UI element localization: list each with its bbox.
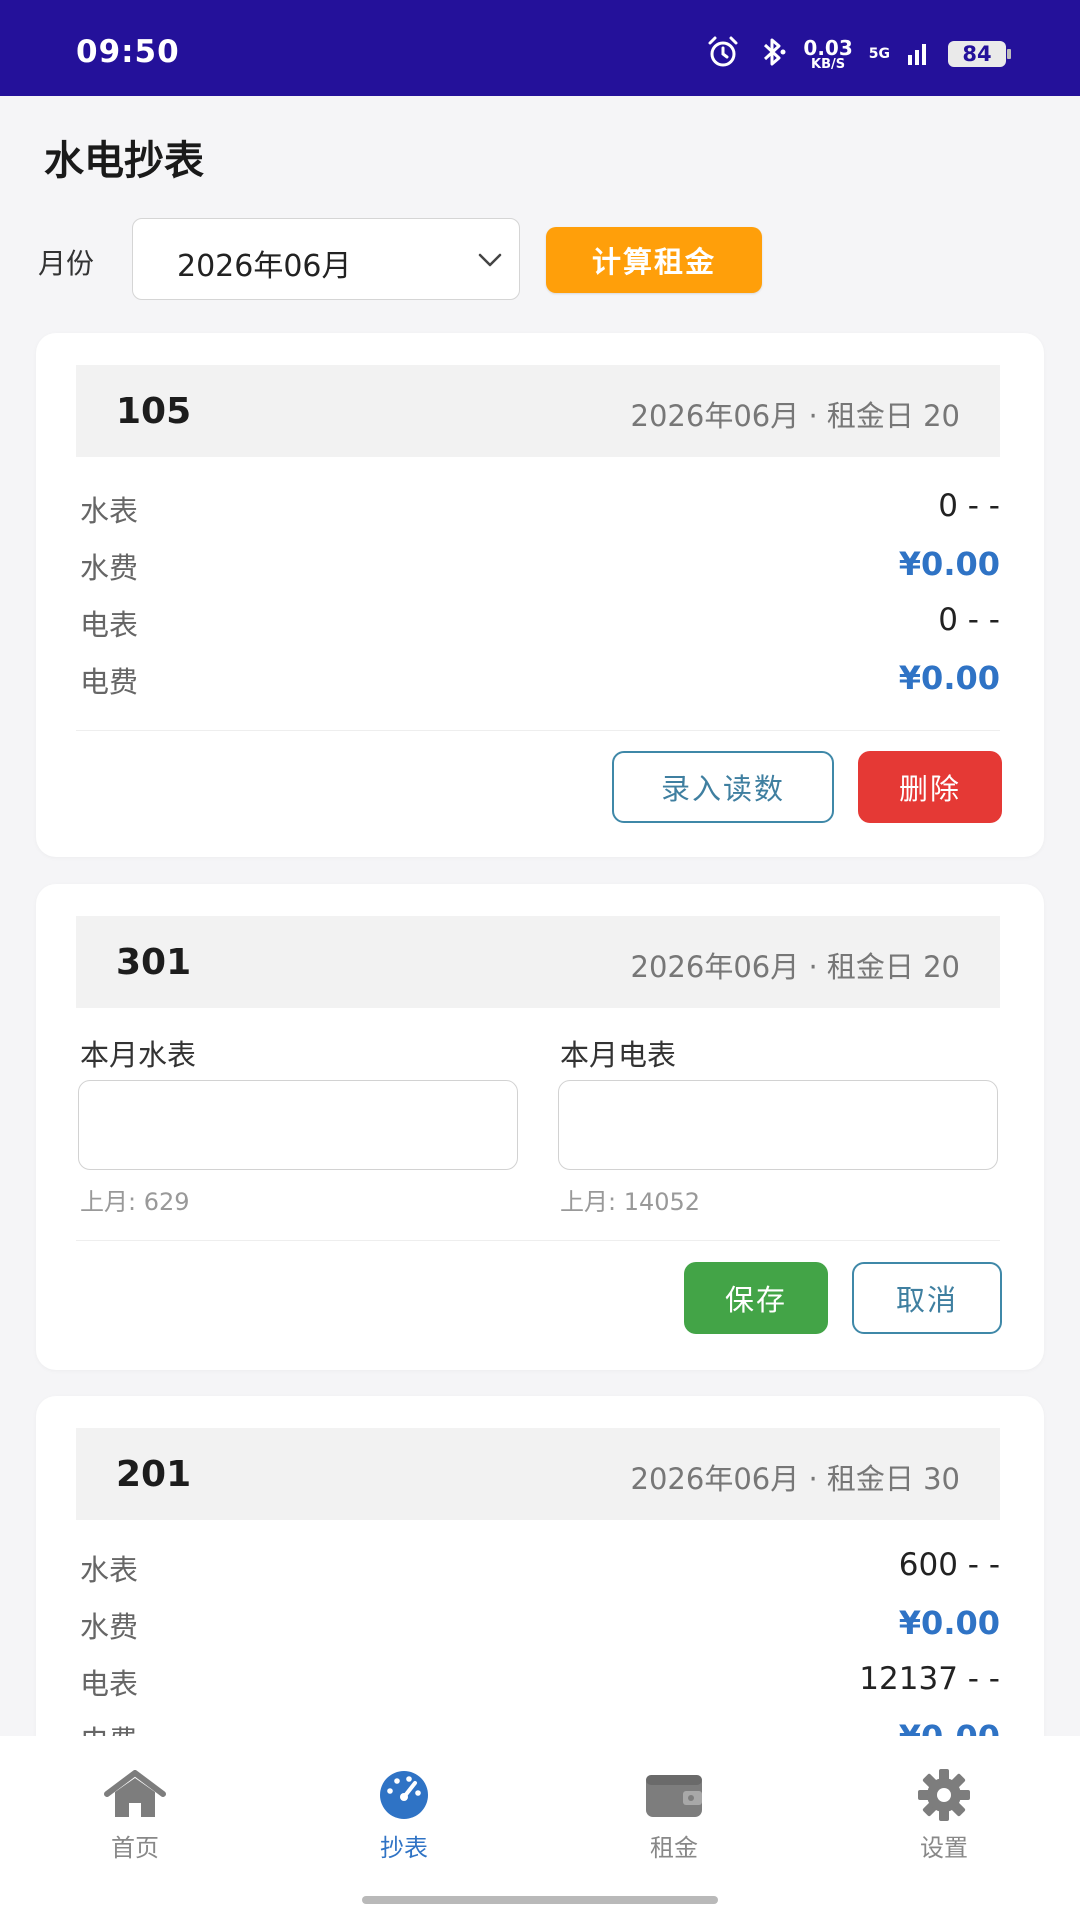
calculate-rent-button[interactable]: 计算租金: [546, 227, 762, 293]
month-select[interactable]: 2026年06月: [132, 218, 520, 300]
water-fee-row: 水费 ¥0.00: [80, 545, 1000, 585]
month-label: 月份: [38, 247, 95, 280]
water-last-month: 上月: 629: [80, 1188, 190, 1216]
page-title: 水电抄表: [44, 138, 204, 184]
battery-indicator: 84: [948, 41, 1011, 67]
electric-meter-row: 电表 0 - -: [80, 602, 1000, 642]
tab-settings[interactable]: 设置: [864, 1768, 1024, 1868]
card-header: 105 2026年06月 · 租金日 20: [76, 365, 1000, 457]
alarm-icon: [705, 34, 741, 74]
status-time: 09:50: [76, 34, 180, 70]
electric-fee-row: 电费 ¥0.00: [80, 659, 1000, 699]
tab-label: 首页: [111, 1834, 159, 1862]
divider: [76, 730, 1000, 731]
row-label: 水表: [80, 1553, 139, 1587]
row-label: 水表: [80, 494, 139, 528]
net-speed-value: 0.03: [803, 35, 853, 60]
tab-label: 抄表: [380, 1834, 428, 1862]
room-number: 105: [116, 391, 192, 432]
bluetooth-icon: [757, 34, 787, 74]
gear-icon: [864, 1768, 1024, 1822]
water-input-label: 本月水表: [80, 1038, 197, 1072]
meter-icon: [324, 1768, 484, 1822]
tab-label: 设置: [920, 1834, 968, 1862]
net-speed-unit: KB/S: [811, 56, 846, 72]
home-icon: [55, 1768, 215, 1822]
room-card-105: 105 2026年06月 · 租金日 20 水表 0 - - 水费 ¥0.00 …: [36, 333, 1044, 857]
row-label: 水费: [80, 551, 139, 585]
save-button[interactable]: 保存: [684, 1262, 828, 1334]
row-value: ¥0.00: [898, 1604, 1000, 1642]
net-speed: 0.03 KB/S: [803, 38, 852, 71]
row-value: 0 - -: [938, 488, 1000, 524]
network-type: 5G: [868, 46, 890, 62]
electric-input-label: 本月电表: [560, 1038, 677, 1072]
water-fee-row: 水费 ¥0.00: [80, 1604, 1000, 1644]
card-meta: 2026年06月 · 租金日 20: [630, 950, 960, 984]
tab-meter[interactable]: 抄表: [324, 1768, 484, 1868]
enter-reading-button[interactable]: 录入读数: [612, 751, 834, 823]
water-meter-row: 水表 600 - -: [80, 1547, 1000, 1587]
card-meta: 2026年06月 · 租金日 20: [630, 399, 960, 433]
home-indicator[interactable]: [362, 1896, 718, 1904]
card-header: 301 2026年06月 · 租金日 20: [76, 916, 1000, 1008]
row-value: 600 - -: [898, 1547, 1000, 1583]
water-reading-input[interactable]: [78, 1080, 518, 1170]
divider: [76, 1240, 1000, 1241]
room-number: 301: [116, 942, 192, 983]
month-select-value: 2026年06月: [177, 249, 352, 284]
cancel-button[interactable]: 取消: [852, 1262, 1002, 1334]
row-label: 水费: [80, 1610, 139, 1644]
status-bar: 09:50 0.03 KB/S 5G 84: [0, 0, 1080, 96]
tab-home[interactable]: 首页: [55, 1768, 215, 1868]
bottom-nav: 首页 抄表 租金 设置: [0, 1736, 1080, 1920]
signal-icon: [906, 37, 932, 71]
row-label: 电费: [80, 665, 139, 699]
electric-meter-row: 电表 12137 - -: [80, 1661, 1000, 1701]
wallet-icon: [594, 1768, 754, 1822]
row-value: ¥0.00: [898, 545, 1000, 583]
row-label: 电表: [80, 608, 139, 642]
tab-label: 租金: [650, 1834, 698, 1862]
tab-rent[interactable]: 租金: [594, 1768, 754, 1868]
room-card-301: 301 2026年06月 · 租金日 20 本月水表 本月电表 上月: 629 …: [36, 884, 1044, 1370]
card-header: 201 2026年06月 · 租金日 30: [76, 1428, 1000, 1520]
row-label: 电表: [80, 1667, 139, 1701]
row-value: 12137 - -: [859, 1661, 1000, 1697]
delete-button[interactable]: 删除: [858, 751, 1002, 823]
room-number: 201: [116, 1454, 192, 1495]
water-meter-row: 水表 0 - -: [80, 488, 1000, 528]
chevron-down-icon: [475, 245, 505, 279]
card-meta: 2026年06月 · 租金日 30: [630, 1462, 960, 1496]
status-icons: 0.03 KB/S 5G 84: [705, 34, 1011, 74]
row-value: ¥0.00: [898, 659, 1000, 697]
electric-last-month: 上月: 14052: [560, 1188, 701, 1216]
row-value: 0 - -: [938, 602, 1000, 638]
electric-reading-input[interactable]: [558, 1080, 998, 1170]
